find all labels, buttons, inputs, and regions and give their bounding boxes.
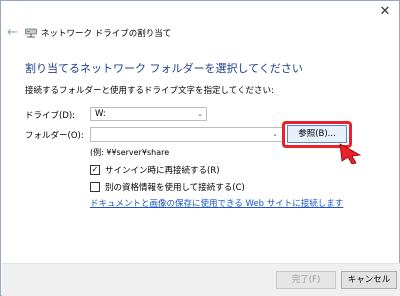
- folder-input[interactable]: ⌄: [90, 127, 283, 142]
- chevron-down-icon: ⌄: [197, 110, 203, 118]
- other-credentials-label: 別の資格情報を使用して接続する(C): [105, 183, 245, 193]
- wizard-title: ネットワーク ドライブの割り当て: [41, 29, 172, 39]
- network-drive-icon: [25, 28, 37, 38]
- back-button[interactable]: ←: [7, 26, 21, 40]
- cancel-button[interactable]: キャンセル: [341, 271, 397, 289]
- close-icon: ✕: [379, 4, 391, 19]
- drive-select-value: W:: [95, 109, 106, 119]
- web-site-link[interactable]: ドキュメントと画像の保存に使用できる Web サイトに接続します: [90, 197, 343, 209]
- other-credentials-checkbox[interactable]: [90, 182, 100, 192]
- chevron-down-icon: ⌄: [272, 130, 278, 138]
- arrow-left-icon: ←: [7, 25, 18, 40]
- folder-label: フォルダー(O):: [25, 131, 84, 141]
- drive-label: ドライブ(D):: [25, 111, 76, 121]
- title-bar: ✕: [1, 1, 399, 27]
- drive-select[interactable]: W: ⌄: [90, 107, 207, 121]
- other-credentials-option[interactable]: 別の資格情報を使用して接続する(C): [90, 181, 245, 193]
- page-heading: 割り当てるネットワーク フォルダーを選択してください: [25, 62, 303, 75]
- reconnect-label: サインイン時に再接続する(R): [105, 166, 220, 176]
- reconnect-checkbox[interactable]: ✓: [90, 165, 100, 175]
- folder-example-text: (例: ¥¥server¥share: [90, 148, 170, 157]
- map-network-drive-dialog: ✕ ← ネットワーク ドライブの割り当て 割り当てるネットワーク フォルダーを選…: [0, 0, 400, 296]
- instruction-text: 接続するフォルダーと使用するドライブ文字を指定してください:: [25, 86, 274, 96]
- reconnect-option[interactable]: ✓ サインイン時に再接続する(R): [90, 164, 220, 176]
- finish-button[interactable]: 完了(F): [276, 271, 336, 289]
- pointer-cursor-icon: [339, 143, 362, 164]
- browse-button[interactable]: 参照(B)...: [287, 125, 347, 143]
- close-button[interactable]: ✕: [375, 4, 395, 20]
